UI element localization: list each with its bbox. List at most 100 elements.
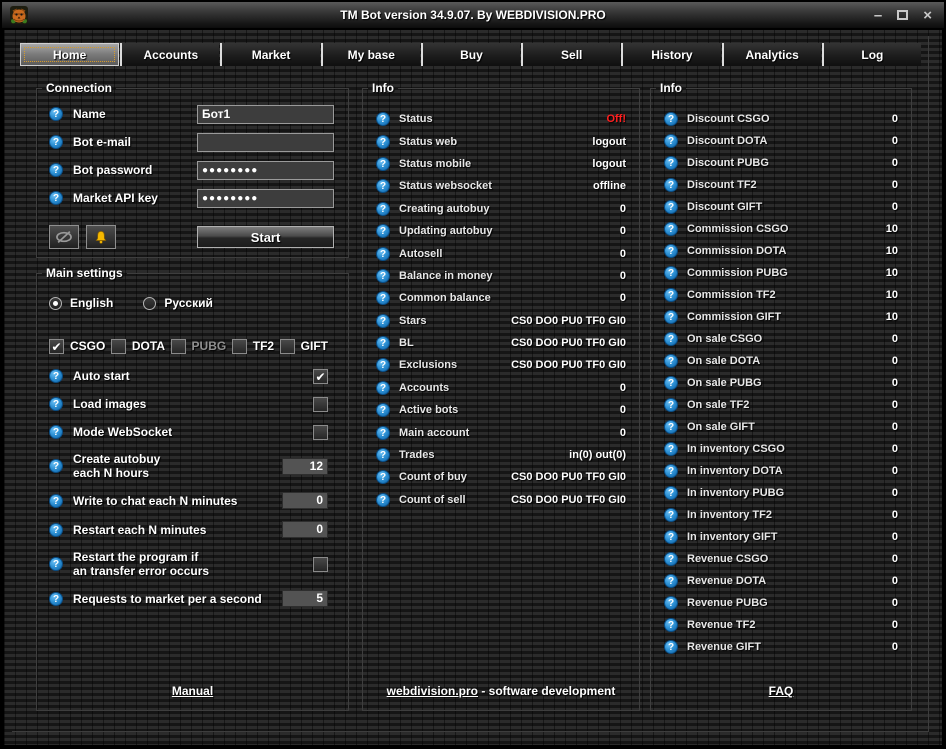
help-icon[interactable]: ? [49,494,63,508]
tab-history[interactable]: History [621,43,720,66]
help-icon[interactable]: ? [664,574,678,588]
start-button[interactable]: Start [197,226,334,248]
create-autobuy-input[interactable]: 12 [282,458,328,475]
help-icon[interactable]: ? [664,310,678,324]
help-icon[interactable]: ? [49,163,63,177]
help-icon[interactable]: ? [49,191,63,205]
name-input[interactable] [197,105,334,124]
help-icon[interactable]: ? [376,224,390,238]
language-option-english[interactable]: English [49,296,113,310]
help-icon[interactable]: ? [49,459,63,473]
help-icon[interactable]: ? [49,135,63,149]
help-icon[interactable]: ? [376,358,390,372]
notifications-button[interactable] [86,225,116,249]
tab-analytics[interactable]: Analytics [722,43,821,66]
help-icon[interactable]: ? [664,552,678,566]
help-icon[interactable]: ? [49,592,63,606]
help-icon[interactable]: ? [664,486,678,500]
language-option-русский[interactable]: Русский [143,296,213,310]
help-icon[interactable]: ? [664,156,678,170]
help-icon[interactable]: ? [376,314,390,328]
help-icon[interactable]: ? [376,470,390,484]
tab-sell[interactable]: Sell [521,43,620,66]
help-icon[interactable]: ? [664,618,678,632]
help-icon[interactable]: ? [664,640,678,654]
help-icon[interactable]: ? [664,464,678,478]
pubg-checkbox[interactable] [171,339,186,354]
help-icon[interactable]: ? [49,369,63,383]
help-icon[interactable]: ? [664,420,678,434]
help-icon[interactable]: ? [376,179,390,193]
help-icon[interactable]: ? [664,596,678,610]
help-icon[interactable]: ? [49,557,63,571]
help-icon[interactable]: ? [376,157,390,171]
help-icon[interactable]: ? [664,112,678,126]
maximize-button[interactable] [897,10,908,20]
hide-password-button[interactable] [49,225,79,249]
help-icon[interactable]: ? [376,336,390,350]
help-icon[interactable]: ? [664,134,678,148]
help-icon[interactable]: ? [664,332,678,346]
help-icon[interactable]: ? [376,381,390,395]
help-icon[interactable]: ? [376,269,390,283]
help-icon[interactable]: ? [376,202,390,216]
faq-link[interactable]: FAQ [769,684,794,698]
help-icon[interactable]: ? [376,403,390,417]
help-icon[interactable]: ? [49,523,63,537]
tab-my-base[interactable]: My base [321,43,420,66]
help-icon[interactable]: ? [664,354,678,368]
help-icon[interactable]: ? [376,448,390,462]
help-icon[interactable]: ? [664,266,678,280]
gift-checkbox[interactable] [280,339,295,354]
mode-websocket-checkbox[interactable] [313,425,328,440]
help-icon[interactable]: ? [664,244,678,258]
info-label: Discount PUBG [687,157,769,169]
help-icon[interactable]: ? [664,222,678,236]
dota-checkbox[interactable] [111,339,126,354]
help-icon[interactable]: ? [664,200,678,214]
market-api-key-input[interactable] [197,189,334,208]
auto-start-checkbox[interactable] [313,369,328,384]
help-icon[interactable]: ? [376,493,390,507]
restart-each-n-minutes-input[interactable]: 0 [282,521,328,538]
requests-to-market-per-a-second-input[interactable]: 5 [282,590,328,607]
manual-link[interactable]: Manual [172,684,213,698]
tab-buy[interactable]: Buy [421,43,520,66]
game-option-dota[interactable]: DOTA [111,339,165,354]
write-to-chat-each-n-minutes-input[interactable]: 0 [282,492,328,509]
tab-log[interactable]: Log [822,43,921,66]
load-images-checkbox[interactable] [313,397,328,412]
tf2-checkbox[interactable] [232,339,247,354]
tab-market[interactable]: Market [220,43,319,66]
csgo-checkbox[interactable] [49,339,64,354]
radio-english[interactable] [49,297,62,310]
tab-accounts[interactable]: Accounts [120,43,219,66]
help-icon[interactable]: ? [49,425,63,439]
help-icon[interactable]: ? [664,508,678,522]
game-option-gift[interactable]: GIFT [280,339,328,354]
bot-e-mail-input[interactable] [197,133,334,152]
close-button[interactable]: × [923,8,932,23]
game-option-csgo[interactable]: CSGO [49,339,105,354]
help-icon[interactable]: ? [664,442,678,456]
minimize-button[interactable]: – [874,8,882,23]
help-icon[interactable]: ? [664,178,678,192]
webdivision-link[interactable]: webdivision.pro [387,684,478,698]
help-icon[interactable]: ? [664,530,678,544]
bot-password-input[interactable] [197,161,334,180]
tab-home[interactable]: Home [20,43,119,66]
radio-русский[interactable] [143,297,156,310]
help-icon[interactable]: ? [376,112,390,126]
help-icon[interactable]: ? [376,135,390,149]
help-icon[interactable]: ? [49,397,63,411]
game-option-tf2[interactable]: TF2 [232,339,274,354]
help-icon[interactable]: ? [664,376,678,390]
restart-the-program-if-checkbox[interactable] [313,557,328,572]
game-option-pubg[interactable]: PUBG [171,339,227,354]
help-icon[interactable]: ? [376,291,390,305]
help-icon[interactable]: ? [664,398,678,412]
help-icon[interactable]: ? [664,288,678,302]
help-icon[interactable]: ? [376,426,390,440]
help-icon[interactable]: ? [49,107,63,121]
help-icon[interactable]: ? [376,247,390,261]
